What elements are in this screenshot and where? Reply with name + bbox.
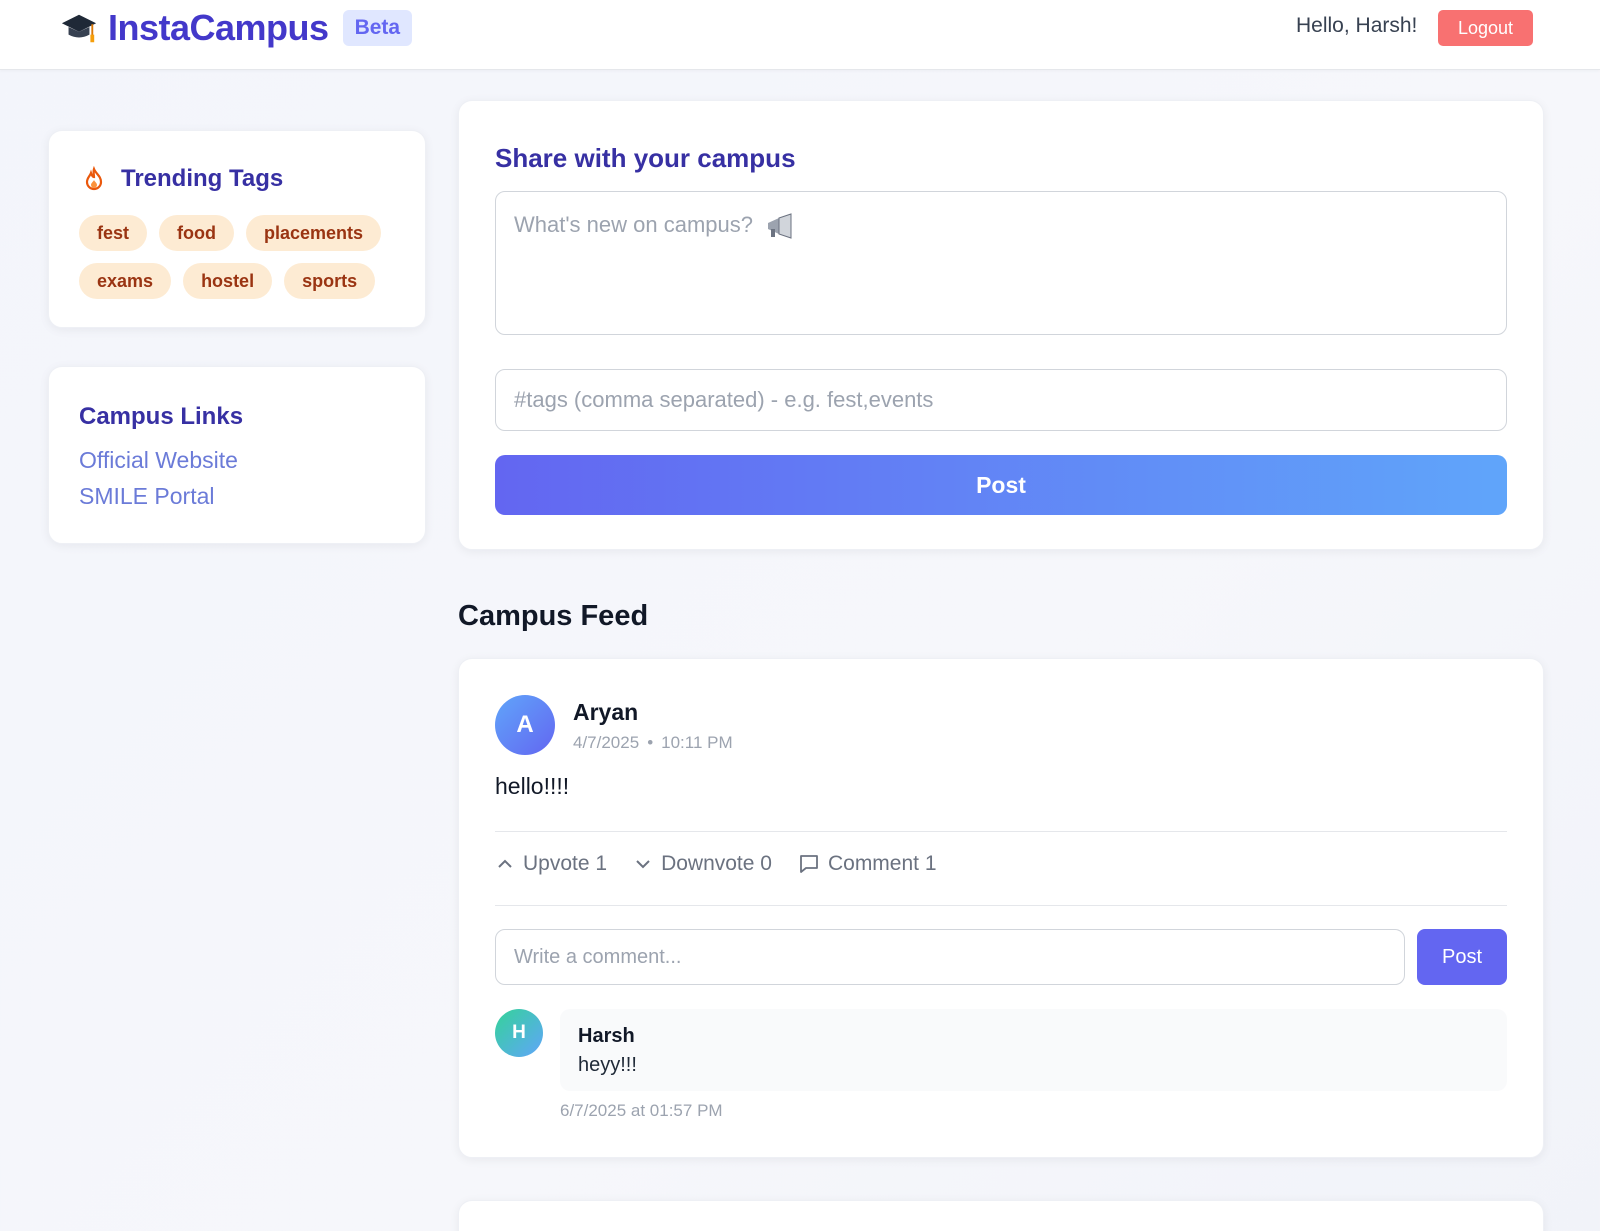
tag-chip[interactable]: exams	[79, 263, 172, 299]
smile-portal-link[interactable]: SMILE Portal	[79, 483, 215, 510]
logout-button[interactable]: Logout	[1438, 10, 1533, 46]
post-composer-card: Share with your campus What's new on cam…	[458, 100, 1544, 550]
beta-badge: Beta	[342, 10, 413, 46]
chevron-up-icon	[498, 859, 512, 868]
tag-chip[interactable]: sports	[284, 263, 376, 299]
post-text-area[interactable]: What's new on campus?	[495, 191, 1507, 335]
divider	[495, 905, 1507, 906]
fire-icon	[85, 166, 103, 191]
tag-list: fest food placements exams hostel sports	[79, 215, 409, 311]
comment-bubble: Harsh heyy!!!	[560, 1009, 1507, 1091]
post-body: hello!!!!	[495, 773, 570, 799]
campus-links-title: Campus Links	[79, 403, 244, 430]
comment-label: Comment 1	[827, 852, 937, 875]
post-button[interactable]: Post	[495, 455, 1507, 515]
comment-icon	[800, 855, 818, 873]
post-text-placeholder: What's new on campus?	[514, 212, 753, 237]
comment-input-placeholder: Write a comment...	[514, 945, 682, 968]
trending-tags-header: Trending Tags	[81, 165, 283, 193]
feed-title: Campus Feed	[458, 600, 649, 632]
composer-title: Share with your campus	[495, 143, 796, 173]
post-actions: Upvote 1 Downvote 0 Comment 1	[495, 849, 963, 879]
divider	[495, 831, 1507, 832]
downvote-label: Downvote 0	[661, 852, 772, 875]
avatar: A	[495, 695, 555, 755]
trending-tags-title: Trending Tags	[121, 165, 284, 192]
feed-post: A Aryan 4/7/2025 • 10:11 PM hello!!!! Upvo…	[458, 658, 1544, 1158]
upvote-button[interactable]: Upvote 1	[495, 852, 607, 876]
tags-input-placeholder: #tags (comma separated) - e.g. fest,even…	[514, 387, 934, 412]
tag-chip[interactable]: food	[159, 215, 234, 251]
top-navbar: InstaCampus Beta Hello, Harsh! Logout	[0, 0, 1600, 70]
chevron-down-icon	[636, 860, 650, 869]
brand-name: InstaCampus	[108, 7, 329, 48]
comment-input[interactable]: Write a comment...	[495, 929, 1405, 985]
comment-avatar: H	[495, 1009, 543, 1057]
comment-author: Harsh	[578, 1025, 635, 1047]
comment-button[interactable]: Comment 1	[798, 852, 937, 876]
tags-input[interactable]: #tags (comma separated) - e.g. fest,even…	[495, 369, 1507, 431]
trending-tags-card: Trending Tags fest food placements exams…	[48, 130, 426, 328]
campus-links-card: Campus Links Official Website SMILE Port…	[48, 366, 426, 544]
user-greeting: Hello, Harsh!	[1296, 14, 1418, 37]
tag-chip[interactable]: placements	[246, 215, 382, 251]
next-post-card	[458, 1200, 1544, 1231]
tag-chip[interactable]: hostel	[183, 263, 273, 299]
official-website-link[interactable]: Official Website	[79, 447, 238, 474]
brand-logo[interactable]: InstaCampus Beta	[60, 7, 413, 48]
upvote-label: Upvote 1	[523, 852, 608, 875]
post-time: 10:11 PM	[661, 733, 733, 752]
post-date: 4/7/2025	[573, 733, 640, 752]
tag-chip[interactable]: fest	[79, 215, 148, 251]
post-author: Aryan	[573, 699, 639, 725]
megaphone-icon	[768, 213, 792, 239]
graduation-cap-icon	[61, 14, 97, 43]
comment-timestamp: 6/7/2025 at 01:57 PM	[560, 1101, 723, 1120]
downvote-button[interactable]: Downvote 0	[633, 852, 772, 876]
comment-text: heyy!!!	[578, 1054, 637, 1076]
post-meta: 4/7/2025 • 10:11 PM	[573, 733, 733, 752]
comment-post-button[interactable]: Post	[1417, 929, 1507, 985]
